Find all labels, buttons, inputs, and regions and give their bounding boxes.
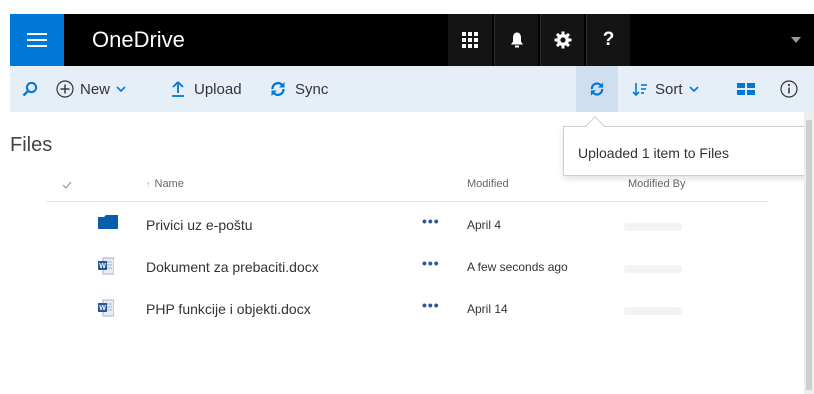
app-title[interactable]: OneDrive — [92, 27, 185, 53]
sort-button[interactable]: Sort — [632, 66, 699, 112]
caret-down-icon — [791, 37, 801, 43]
sort-up-arrow-icon: ↑ — [146, 179, 151, 189]
chevron-down-icon — [688, 86, 699, 92]
menu-button[interactable] — [10, 14, 64, 66]
app-launcher-button[interactable] — [448, 14, 492, 66]
header-divider — [46, 201, 768, 202]
tiles-view-icon — [737, 83, 755, 95]
column-header-name-label: Name — [154, 178, 184, 190]
chevron-down-icon — [116, 86, 126, 92]
file-name[interactable]: Dokument za prebaciti.docx — [146, 259, 319, 275]
file-name[interactable]: Privici uz e-poštu — [146, 217, 253, 233]
svg-text:W: W — [99, 305, 106, 312]
bell-icon — [510, 32, 523, 48]
file-modified-by — [624, 265, 682, 273]
sync-icon — [271, 81, 285, 97]
svg-text:W: W — [99, 263, 106, 270]
hamburger-icon — [27, 45, 47, 47]
account-menu-button[interactable] — [784, 14, 808, 66]
help-button[interactable]: ? — [586, 14, 630, 66]
word-doc-icon: W — [98, 299, 115, 322]
search-button[interactable] — [22, 66, 38, 112]
add-circle-icon — [56, 80, 74, 98]
column-header-modified-by[interactable]: Modified By — [628, 178, 685, 190]
upload-icon — [172, 81, 184, 97]
sync-button[interactable]: Sync — [270, 66, 328, 112]
new-button[interactable]: New — [56, 66, 126, 112]
search-icon — [22, 81, 38, 97]
hamburger-icon — [27, 33, 47, 35]
upload-button[interactable]: Upload — [172, 66, 242, 112]
sync-label: Sync — [295, 80, 329, 98]
word-doc-icon: W — [98, 257, 115, 280]
more-actions-button[interactable]: ••• — [422, 297, 440, 313]
sort-icon — [632, 82, 647, 96]
column-header-name[interactable]: ↑ Name — [146, 178, 184, 190]
upload-notification[interactable]: Uploaded 1 item to Files — [563, 126, 814, 176]
refresh-icon — [590, 82, 604, 96]
info-button[interactable] — [780, 66, 798, 112]
file-modified: A few seconds ago — [467, 260, 568, 274]
table-row[interactable]: W Dokument za prebaciti.docx ••• A few s… — [46, 249, 768, 285]
settings-button[interactable] — [540, 14, 584, 66]
suite-header: OneDrive ? — [10, 14, 814, 66]
file-name[interactable]: PHP funkcije i objekti.docx — [146, 301, 311, 317]
table-row[interactable]: W PHP funkcije i objekti.docx ••• April … — [46, 291, 768, 327]
folder-icon — [98, 215, 118, 234]
select-all-checkbox[interactable] — [62, 176, 72, 194]
file-modified-by — [624, 307, 682, 315]
scrollbar-thumb[interactable] — [806, 120, 812, 390]
table-row[interactable]: Privici uz e-poštu ••• April 4 — [46, 207, 768, 243]
sort-label: Sort — [655, 80, 683, 98]
new-label: New — [80, 80, 111, 98]
upload-label: Upload — [194, 80, 242, 98]
notifications-button[interactable] — [494, 14, 538, 66]
info-icon — [780, 80, 798, 98]
file-modified-by — [624, 223, 682, 231]
vertical-scrollbar[interactable] — [804, 112, 814, 394]
page-title: Files — [10, 134, 53, 156]
column-header-modified[interactable]: Modified — [467, 178, 509, 190]
view-toggle-button[interactable] — [737, 66, 755, 112]
more-actions-button[interactable]: ••• — [422, 213, 440, 229]
checkmark-icon — [62, 181, 72, 189]
app-launcher-icon — [462, 32, 478, 48]
refresh-button[interactable] — [576, 66, 618, 112]
hamburger-icon — [27, 39, 47, 41]
notification-text: Uploaded 1 item to Files — [578, 145, 729, 161]
file-modified: April 4 — [467, 218, 502, 232]
gear-icon — [554, 31, 571, 49]
command-bar: New Upload Sync Sort — [10, 66, 814, 112]
file-modified: April 14 — [467, 302, 508, 316]
more-actions-button[interactable]: ••• — [422, 255, 440, 271]
